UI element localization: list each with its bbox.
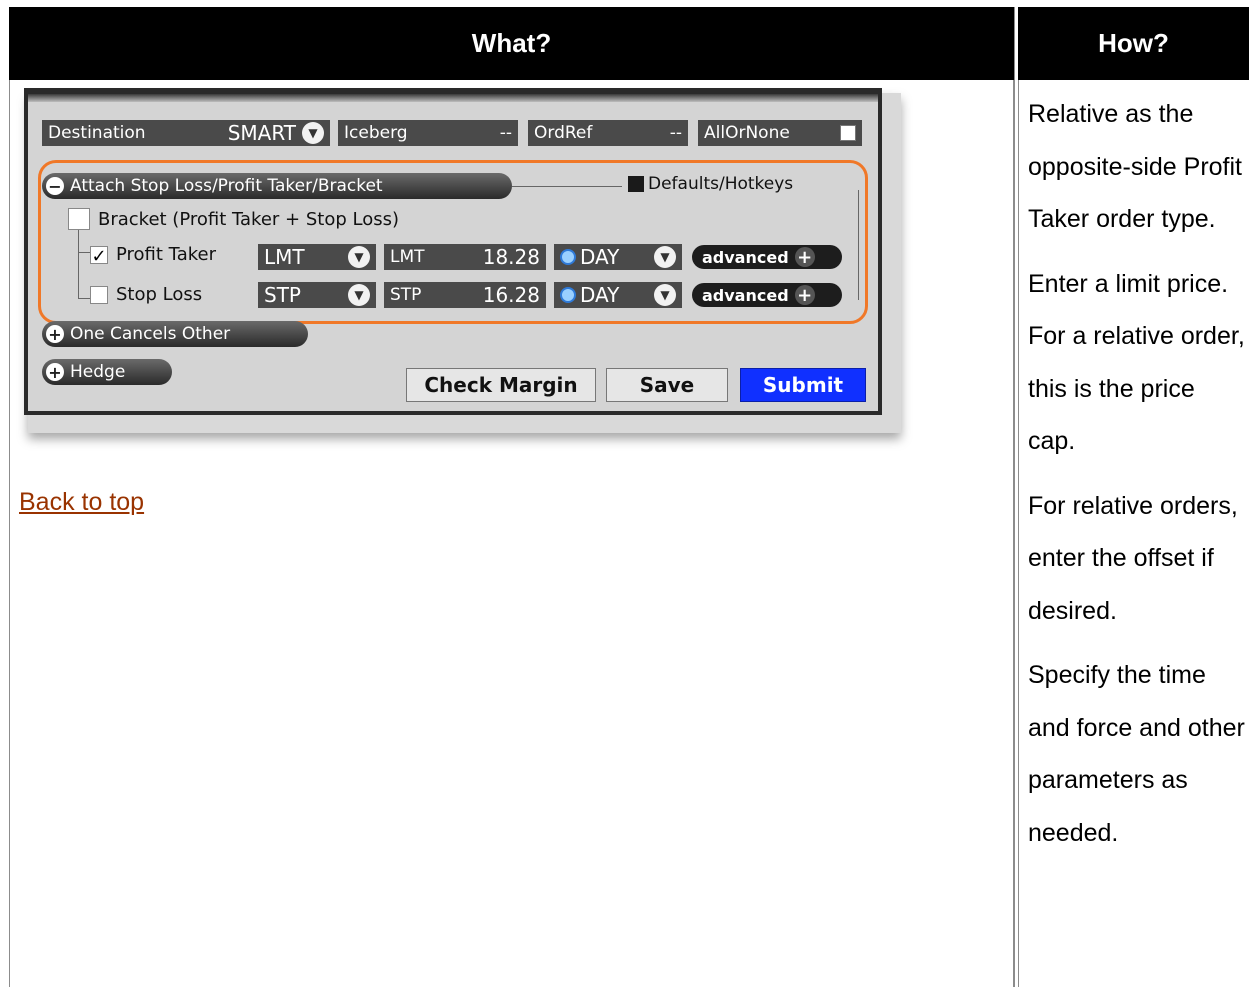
bracket-checkbox[interactable] xyxy=(68,208,90,230)
defaults-hotkeys-link[interactable]: Defaults/Hotkeys xyxy=(628,174,793,194)
submit-button[interactable]: Submit xyxy=(740,368,866,402)
profit-taker-advanced-label: advanced xyxy=(702,247,789,267)
attach-section-label: Attach Stop Loss/Profit Taker/Bracket xyxy=(70,176,383,196)
stop-loss-type: STP xyxy=(264,283,301,307)
profit-taker-advanced-button[interactable]: advanced + xyxy=(692,245,842,269)
expand-icon: + xyxy=(46,325,64,344)
section-line xyxy=(512,186,622,187)
back-to-top-link[interactable]: Back to top xyxy=(19,488,144,517)
profit-taker-price-label: LMT xyxy=(390,247,425,267)
bracket-row[interactable]: Bracket (Profit Taker + Stop Loss) xyxy=(68,208,399,230)
save-button[interactable]: Save xyxy=(606,368,728,402)
panel-top-strip xyxy=(28,94,878,102)
chevron-down-icon: ▼ xyxy=(348,246,370,268)
column-header-what-label: What? xyxy=(471,28,552,58)
profit-taker-type-select[interactable]: LMT ▼ xyxy=(258,244,376,270)
profit-taker-checkbox[interactable] xyxy=(90,245,108,264)
iceberg-field[interactable]: Iceberg -- xyxy=(338,120,518,146)
clock-icon xyxy=(560,249,576,265)
how-description: Relative as the opposite-side Profit Tak… xyxy=(1028,88,1246,871)
how-paragraph-4: Specify the time and force and other par… xyxy=(1028,661,1245,847)
profit-taker-label: Profit Taker xyxy=(116,244,216,265)
profit-taker-tif-select[interactable]: DAY ▼ xyxy=(554,244,682,270)
profit-taker-price-field[interactable]: LMT 18.28 xyxy=(384,244,546,270)
stop-loss-advanced-label: advanced xyxy=(702,285,789,305)
how-paragraph-3: For relative orders, enter the offset if… xyxy=(1028,491,1238,625)
stop-loss-price-field[interactable]: STP 16.28 xyxy=(384,282,546,308)
stop-loss-price: 16.28 xyxy=(482,283,540,307)
save-disk-icon xyxy=(628,176,644,192)
expand-icon: + xyxy=(46,363,64,382)
defaults-hotkeys-label: Defaults/Hotkeys xyxy=(648,174,794,194)
iceberg-label: Iceberg xyxy=(344,123,408,143)
one-cancels-other-label: One Cancels Other xyxy=(70,324,231,344)
stop-loss-checkbox[interactable] xyxy=(90,285,108,304)
tree-connector xyxy=(78,218,79,298)
ordref-label: OrdRef xyxy=(534,123,593,143)
destination-field[interactable]: Destination SMART ▼ xyxy=(42,120,330,146)
column-divider xyxy=(1014,7,1015,987)
tree-branch-stop xyxy=(78,298,90,299)
section-right-border xyxy=(858,190,859,300)
check-margin-button[interactable]: Check Margin xyxy=(406,368,596,402)
attach-section-toggle[interactable]: − Attach Stop Loss/Profit Taker/Bracket xyxy=(42,173,512,199)
how-paragraph-1: Relative as the opposite-side Profit Tak… xyxy=(1028,100,1243,233)
column-header-what: What? xyxy=(9,7,1014,80)
ordref-value: -- xyxy=(669,123,682,143)
stop-loss-label: Stop Loss xyxy=(116,284,203,305)
hedge-label: Hedge xyxy=(70,362,126,382)
stop-loss-tif-select[interactable]: DAY ▼ xyxy=(554,282,682,308)
column-header-how: How? xyxy=(1018,7,1249,80)
destination-label: Destination xyxy=(48,123,146,143)
order-panel-screenshot: Destination SMART ▼ Iceberg -- OrdRef --… xyxy=(24,88,882,415)
plus-icon: + xyxy=(794,285,815,306)
chevron-down-icon: ▼ xyxy=(654,246,676,268)
destination-value: SMART xyxy=(227,121,296,145)
hedge-toggle[interactable]: + Hedge xyxy=(42,359,172,385)
iceberg-value: -- xyxy=(499,123,512,143)
plus-icon: + xyxy=(794,247,815,268)
stop-loss-type-select[interactable]: STP ▼ xyxy=(258,282,376,308)
stop-loss-advanced-button[interactable]: advanced + xyxy=(692,283,842,307)
allornone-label: AllOrNone xyxy=(704,123,790,143)
clock-icon xyxy=(560,287,576,303)
chevron-down-icon: ▼ xyxy=(348,284,370,306)
profit-taker-price: 18.28 xyxy=(482,245,540,269)
bracket-label: Bracket (Profit Taker + Stop Loss) xyxy=(98,208,399,230)
ordref-field[interactable]: OrdRef -- xyxy=(528,120,688,146)
column-header-how-label: How? xyxy=(1098,28,1169,58)
profit-taker-tif: DAY xyxy=(580,245,620,269)
allornone-field[interactable]: AllOrNone xyxy=(698,120,862,146)
allornone-checkbox[interactable] xyxy=(840,125,856,141)
chevron-down-icon: ▼ xyxy=(654,284,676,306)
one-cancels-other-toggle[interactable]: + One Cancels Other xyxy=(42,321,308,347)
chevron-down-icon[interactable]: ▼ xyxy=(302,122,324,144)
how-paragraph-2: Enter a limit price. For a relative orde… xyxy=(1028,269,1245,456)
profit-taker-type: LMT xyxy=(264,245,305,269)
stop-loss-tif: DAY xyxy=(580,283,620,307)
collapse-icon: − xyxy=(46,177,64,196)
stop-loss-price-label: STP xyxy=(390,285,422,305)
stop-loss-row[interactable]: Stop Loss xyxy=(90,284,202,305)
profit-taker-row[interactable]: Profit Taker xyxy=(90,244,216,265)
tree-branch-profit xyxy=(78,252,90,253)
